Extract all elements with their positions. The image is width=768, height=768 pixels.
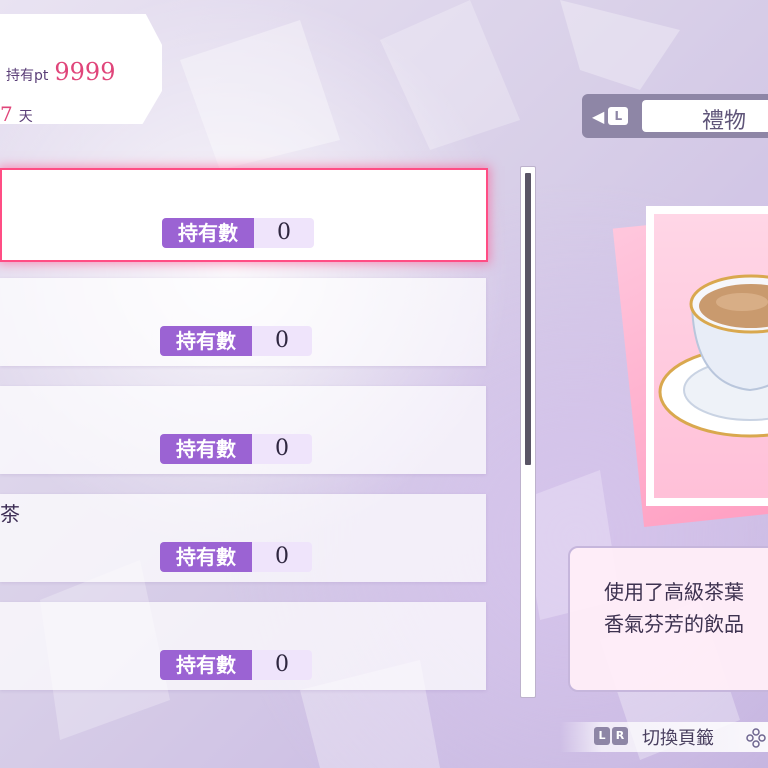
l-key-icon: L [594, 727, 610, 745]
quantity-value: 0 [277, 220, 291, 245]
quantity-badge: 持有數 0 [160, 326, 312, 356]
quantity-label: 持有數 [160, 434, 252, 464]
quantity-value: 0 [275, 544, 289, 569]
quantity-badge: 持有數 0 [160, 650, 312, 680]
item-row[interactable]: 持有數 0 [0, 278, 486, 366]
item-row[interactable]: 茶 持有數 0 [0, 494, 486, 582]
quantity-badge: 持有數 0 [160, 434, 312, 464]
item-description: 使用了高級茶葉 香氣芬芳的飲品 [568, 546, 768, 692]
item-row[interactable]: 持有數 0 [0, 386, 486, 474]
switch-tab-hint: L R 切換頁籤 [560, 722, 768, 752]
item-preview [612, 198, 768, 528]
description-line-1: 使用了高級茶葉 [604, 580, 744, 604]
quantity-value: 0 [275, 652, 289, 677]
description-line-2: 香氣芬芳的飲品 [604, 612, 744, 636]
quantity-value: 0 [275, 328, 289, 353]
quantity-label: 持有數 [160, 542, 252, 572]
item-list: 持有數 0 持有數 0 持有數 0 茶 持有數 0 持有數 0 [0, 0, 490, 768]
preview-card [646, 206, 768, 506]
item-row[interactable]: 持有數 0 [0, 602, 486, 690]
tab-label: 禮物 [702, 109, 747, 134]
quantity-value: 0 [275, 436, 289, 461]
item-row-selected[interactable]: 持有數 0 [0, 168, 488, 262]
preview-card-inner [654, 214, 768, 498]
l-key-icon: L [608, 107, 629, 125]
left-arrow-icon: ◀ [592, 106, 605, 126]
dpad-icon [746, 728, 766, 748]
tab-prev-button[interactable]: ◀ L [592, 106, 632, 126]
item-name: 茶 [0, 502, 20, 526]
scrollbar-thumb[interactable] [525, 173, 531, 465]
scrollbar-track[interactable] [520, 166, 536, 698]
quantity-badge: 持有數 0 [162, 218, 314, 248]
quantity-label: 持有數 [160, 326, 252, 356]
category-tab-bar: ◀ L 禮物 [582, 94, 768, 138]
hint-text: 切換頁籤 [642, 728, 714, 749]
quantity-label: 持有數 [162, 218, 254, 248]
teacup-illustration [658, 274, 768, 438]
tab-gift[interactable]: 禮物 [642, 100, 768, 134]
quantity-badge: 持有數 0 [160, 542, 312, 572]
quantity-label: 持有數 [160, 650, 252, 680]
r-key-icon: R [612, 727, 628, 745]
